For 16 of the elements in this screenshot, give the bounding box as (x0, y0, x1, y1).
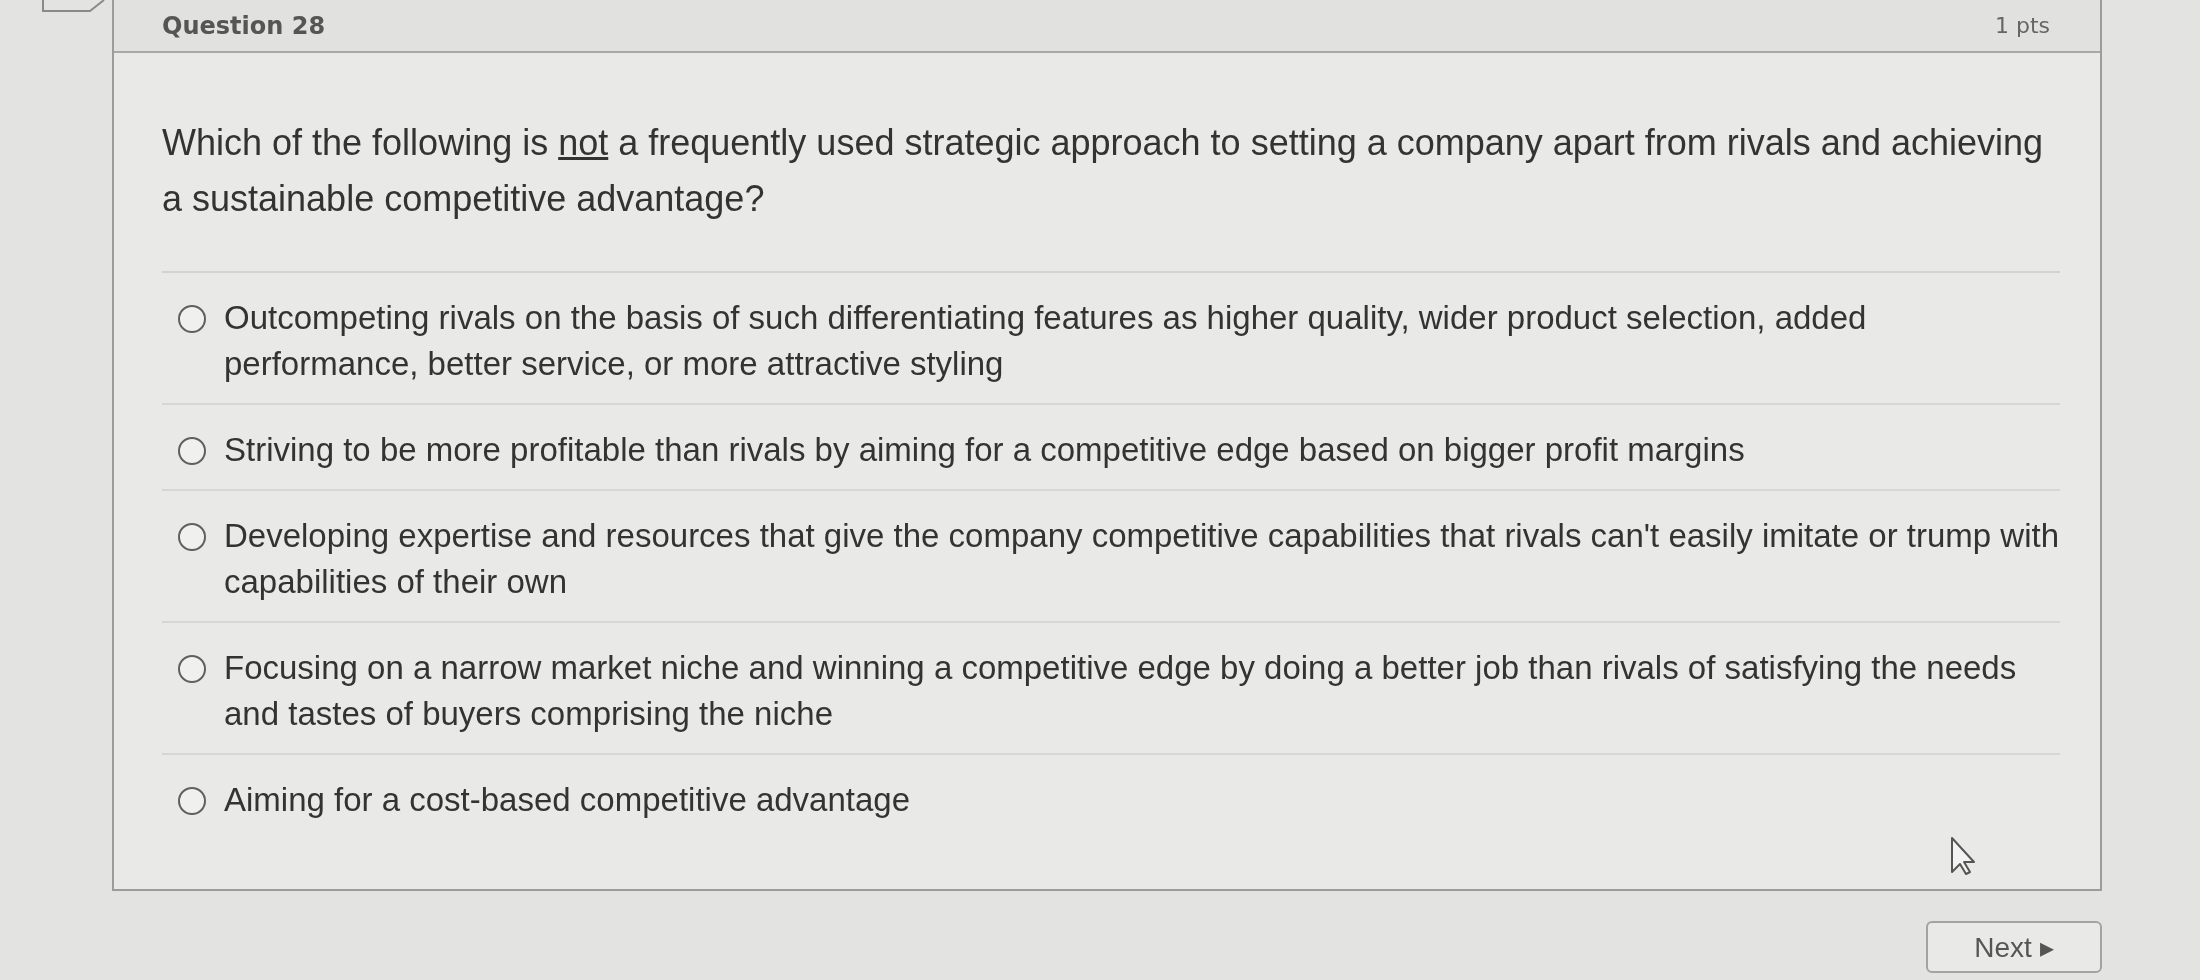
answer-label[interactable]: Striving to be more profitable than rivals by aiming for a competitive edge based on bigger profit margins (224, 427, 1745, 473)
answer-label[interactable]: Focusing on a narrow market niche and winning a competitive edge by doing a better job than rivals of satisfying the needs and tastes of buyers comprising the niche (224, 645, 2060, 737)
outline-icon (42, 0, 105, 12)
answer-label[interactable]: Aiming for a cost-based competitive advantage (224, 777, 911, 823)
radio-button[interactable] (178, 523, 206, 551)
cursor-icon (1950, 836, 1976, 876)
answer-label[interactable]: Developing expertise and resources that give the company competitive capabilities that rivals can't easily imitate or trump with capabilities of their own (224, 513, 2060, 605)
question-text: Which of the following is not a frequently used strategic approach to setting a company apart from rivals and achieving a sustainable competitive advantage? (162, 121, 2045, 221)
radio-button[interactable] (178, 305, 206, 333)
radio-button[interactable] (178, 655, 206, 683)
next-button[interactable]: Next ▸ (1926, 921, 2102, 973)
answer-label[interactable]: Outcompeting rivals on the basis of such differentiating features as higher quality, wider product selection, added performance, better service, or more attractive styling (224, 295, 2060, 387)
radio-button[interactable] (178, 437, 206, 465)
points-label: 1 pts (1994, 13, 2050, 38)
question-title: Question 28 (162, 11, 326, 40)
radio-button[interactable] (178, 787, 206, 815)
